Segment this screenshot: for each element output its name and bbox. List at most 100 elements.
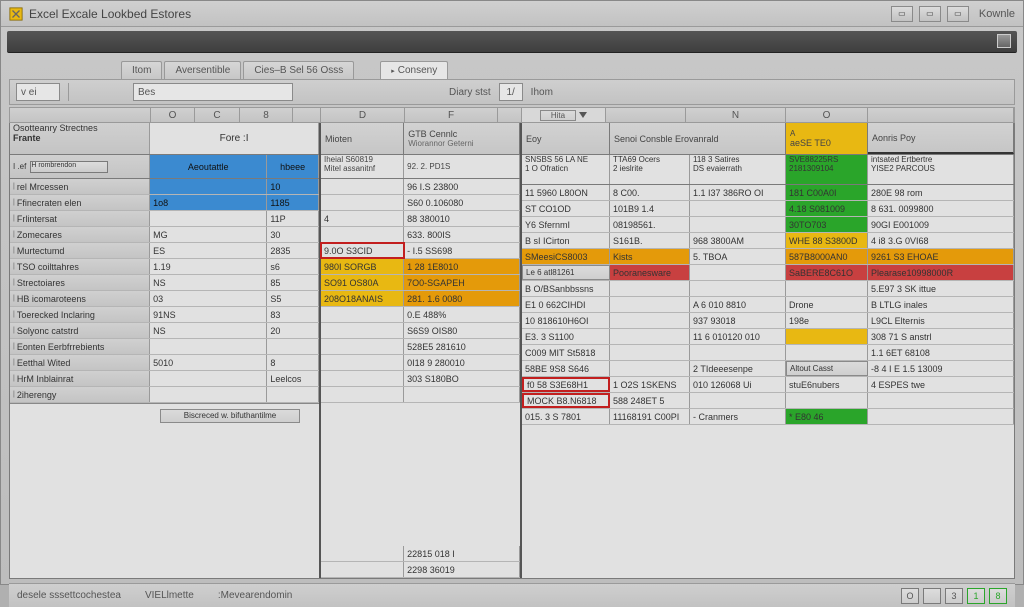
tb-toggle[interactable]: 1/ — [499, 83, 523, 101]
status-bar: desele sssettcochestea VIELlmette :Mevea… — [9, 583, 1015, 607]
mid-row: S60 0.106080 — [321, 195, 520, 211]
tb-field-2[interactable]: Bes — [133, 83, 293, 101]
row-label: Solyonc catstrd — [17, 326, 79, 336]
tab-bar: Itom Aversentible Cies–B Sel 56 Osss ▸Co… — [9, 59, 1023, 79]
mid-row: SO91 OS80A7O0-SGAPEH — [321, 275, 520, 291]
left-row: |Eetthal Wited50108 — [10, 355, 319, 371]
toolbar-squares-icon[interactable] — [997, 34, 1011, 48]
colhead-h[interactable]: Hita — [522, 108, 606, 122]
left-row: |Ffinecraten elen1o81185 — [10, 195, 319, 211]
titlebar: Excel Excale Lookbed Estores ▭ ▭ ▭ Kownl… — [1, 1, 1023, 27]
right-row: B O/BSanbbssns5.E97 3 SK ittue — [522, 281, 1014, 297]
right-row: 10 818610H6OI937 93018198eL9CL Elternis — [522, 313, 1014, 329]
dhead-f: GTB CennlcWiorannor Geterni — [404, 123, 520, 154]
lh-a-sub: Frante — [13, 133, 41, 143]
window-btn-1[interactable]: ▭ — [891, 6, 913, 22]
left-row: |TSO coilttahres1.19s6 — [10, 259, 319, 275]
sb-btn-1[interactable] — [923, 588, 941, 604]
left-row: |HrM InblainratLeelcos — [10, 371, 319, 387]
right-row: MOCK B8.N6818588 248ET 5 — [522, 393, 1014, 409]
row-label: Ffinecraten elen — [17, 198, 82, 208]
right-row: 11 5960 L80ON8 C00.1.1 I37 386RO OI181 C… — [522, 185, 1014, 201]
lh-b-top: Strectnes — [60, 123, 98, 133]
left-row: |rel Mrcessen10 — [10, 179, 319, 195]
dhead-n: Senoi Consble Erovanrald — [610, 123, 786, 154]
right-row: E3. 3 S110011 6 010120 010308 71 S anstr… — [522, 329, 1014, 345]
row-label: Eetthal Wited — [17, 358, 71, 368]
row-label: HB icomaroteens — [17, 294, 86, 304]
row-label: Murtectumd — [17, 246, 65, 256]
dark-toolbar — [7, 31, 1017, 53]
lh-a-top: Osotteanry — [13, 123, 57, 133]
colhead-f[interactable]: F — [405, 108, 498, 122]
colhead-8[interactable]: 8 — [240, 108, 293, 122]
tab-3[interactable]: ▸Conseny — [380, 61, 448, 79]
window-btn-2[interactable]: ▭ — [919, 6, 941, 22]
right-row: 015. 3 S 780111168191 C00PI- Cranmers* E… — [522, 409, 1014, 425]
row-label: Zomecares — [17, 230, 62, 240]
right-row: SMeesiCS8003Kists5. TBOA587B8000AN09261 … — [522, 249, 1014, 265]
right-row: 58BE 9S8 S6462 TIdeeesenpeAltout Casst-8… — [522, 361, 1014, 377]
row-label: Frlintersat — [17, 214, 57, 224]
app-icon — [9, 7, 23, 21]
right-row: Le 6 atl81261PooraneswareSaBERE8C61OPlea… — [522, 265, 1014, 281]
help-label: Kownle — [979, 8, 1015, 20]
left-row: |ZomecaresMG30 — [10, 227, 319, 243]
left-row: |StrectoiaresNS85 — [10, 275, 319, 291]
tab-2[interactable]: Cies–B Sel 56 Osss — [243, 61, 354, 79]
window-title: Excel Excale Lookbed Estores — [29, 7, 191, 21]
colhead-p[interactable] — [868, 108, 1014, 122]
sb-mid2: :Mevearendomin — [218, 590, 292, 601]
mid-row: 0.E 488% — [321, 307, 520, 323]
left-row: |Eonten Eerbfrrebients — [10, 339, 319, 355]
colhead-o2[interactable]: O — [786, 108, 868, 122]
row-label: TSO coilttahres — [17, 262, 79, 272]
window-btn-3[interactable]: ▭ — [947, 6, 969, 22]
spreadsheet-grid: Osotteanry Strectnes Frante Fore :I I .e… — [9, 123, 1015, 579]
left-row: |Frlintersat11P — [10, 211, 319, 227]
sb-btn-3[interactable]: 1 — [967, 588, 985, 604]
sb-btn-0[interactable]: O — [901, 588, 919, 604]
tab-0[interactable]: Itom — [121, 61, 162, 79]
mid-row: 9.0O S3CID- I.5 SS698 — [321, 243, 520, 259]
left-row: |Solyonc catstrdNS20 — [10, 323, 319, 339]
left-row: |2iherengy — [10, 387, 319, 403]
colhead-blank3[interactable] — [606, 108, 686, 122]
tab-1[interactable]: Aversentible — [164, 61, 241, 79]
colhead-blank1[interactable] — [293, 108, 321, 122]
sb-btn-4[interactable]: 8 — [989, 588, 1007, 604]
sb-mid1: VIELlmette — [145, 590, 194, 601]
row-label: rel Mrcessen — [17, 182, 69, 192]
colhead-blank2[interactable] — [498, 108, 522, 122]
lh-sub-btn[interactable]: H rombrendon — [30, 161, 108, 173]
col-c-subhead[interactable]: hbeee — [267, 155, 319, 178]
right-row: B sI ICirtonS161B.968 3800AMWHE 88 S3800… — [522, 233, 1014, 249]
colhead-c[interactable]: C — [195, 108, 240, 122]
left-footer-btn[interactable]: Biscreced w. bifuthantilme — [160, 409, 300, 423]
left-row: |MurtectumdES2835 — [10, 243, 319, 259]
colhead-o[interactable]: O — [151, 108, 195, 122]
right-row: Y6 SfernmI08198561.30TO70390GI E001009 — [522, 217, 1014, 233]
dhead-p: Aonris Poy — [868, 123, 1014, 154]
sb-btn-2[interactable]: 3 — [945, 588, 963, 604]
dhead-o: AaeSE TE0 — [786, 123, 868, 154]
left-row: |HB icomaroteens03S5 — [10, 291, 319, 307]
right-row: f0 58 S3E68H11 O2S 1SKENS010 126068 Uist… — [522, 377, 1014, 393]
colhead-d[interactable]: D — [321, 108, 405, 122]
mid-row: S6S9 OIS80 — [321, 323, 520, 339]
row-label: Toerecked Inclaring — [17, 310, 95, 320]
mid-row: 528E5 281610 — [321, 339, 520, 355]
mid-row — [321, 387, 520, 403]
row-label: Eonten Eerbfrrebients — [17, 342, 105, 352]
colhead-n[interactable]: N — [686, 108, 786, 122]
mid-row: 0I18 9 280010 — [321, 355, 520, 371]
sb-left: desele sssettcochestea — [17, 590, 121, 601]
col-b-subhead[interactable]: Aeoutattle — [150, 155, 267, 178]
mid-row: 488 380010 — [321, 211, 520, 227]
dhead-d: Mioten — [321, 123, 404, 154]
mid-row: 980I SORGB1 28 1E8010 — [321, 259, 520, 275]
mid-row: 633. 800IS — [321, 227, 520, 243]
row-label: Strectoiares — [17, 278, 65, 288]
tb-field-1[interactable]: v ei — [16, 83, 60, 101]
column-header-strip: O C 8 D F Hita N O — [9, 107, 1015, 123]
